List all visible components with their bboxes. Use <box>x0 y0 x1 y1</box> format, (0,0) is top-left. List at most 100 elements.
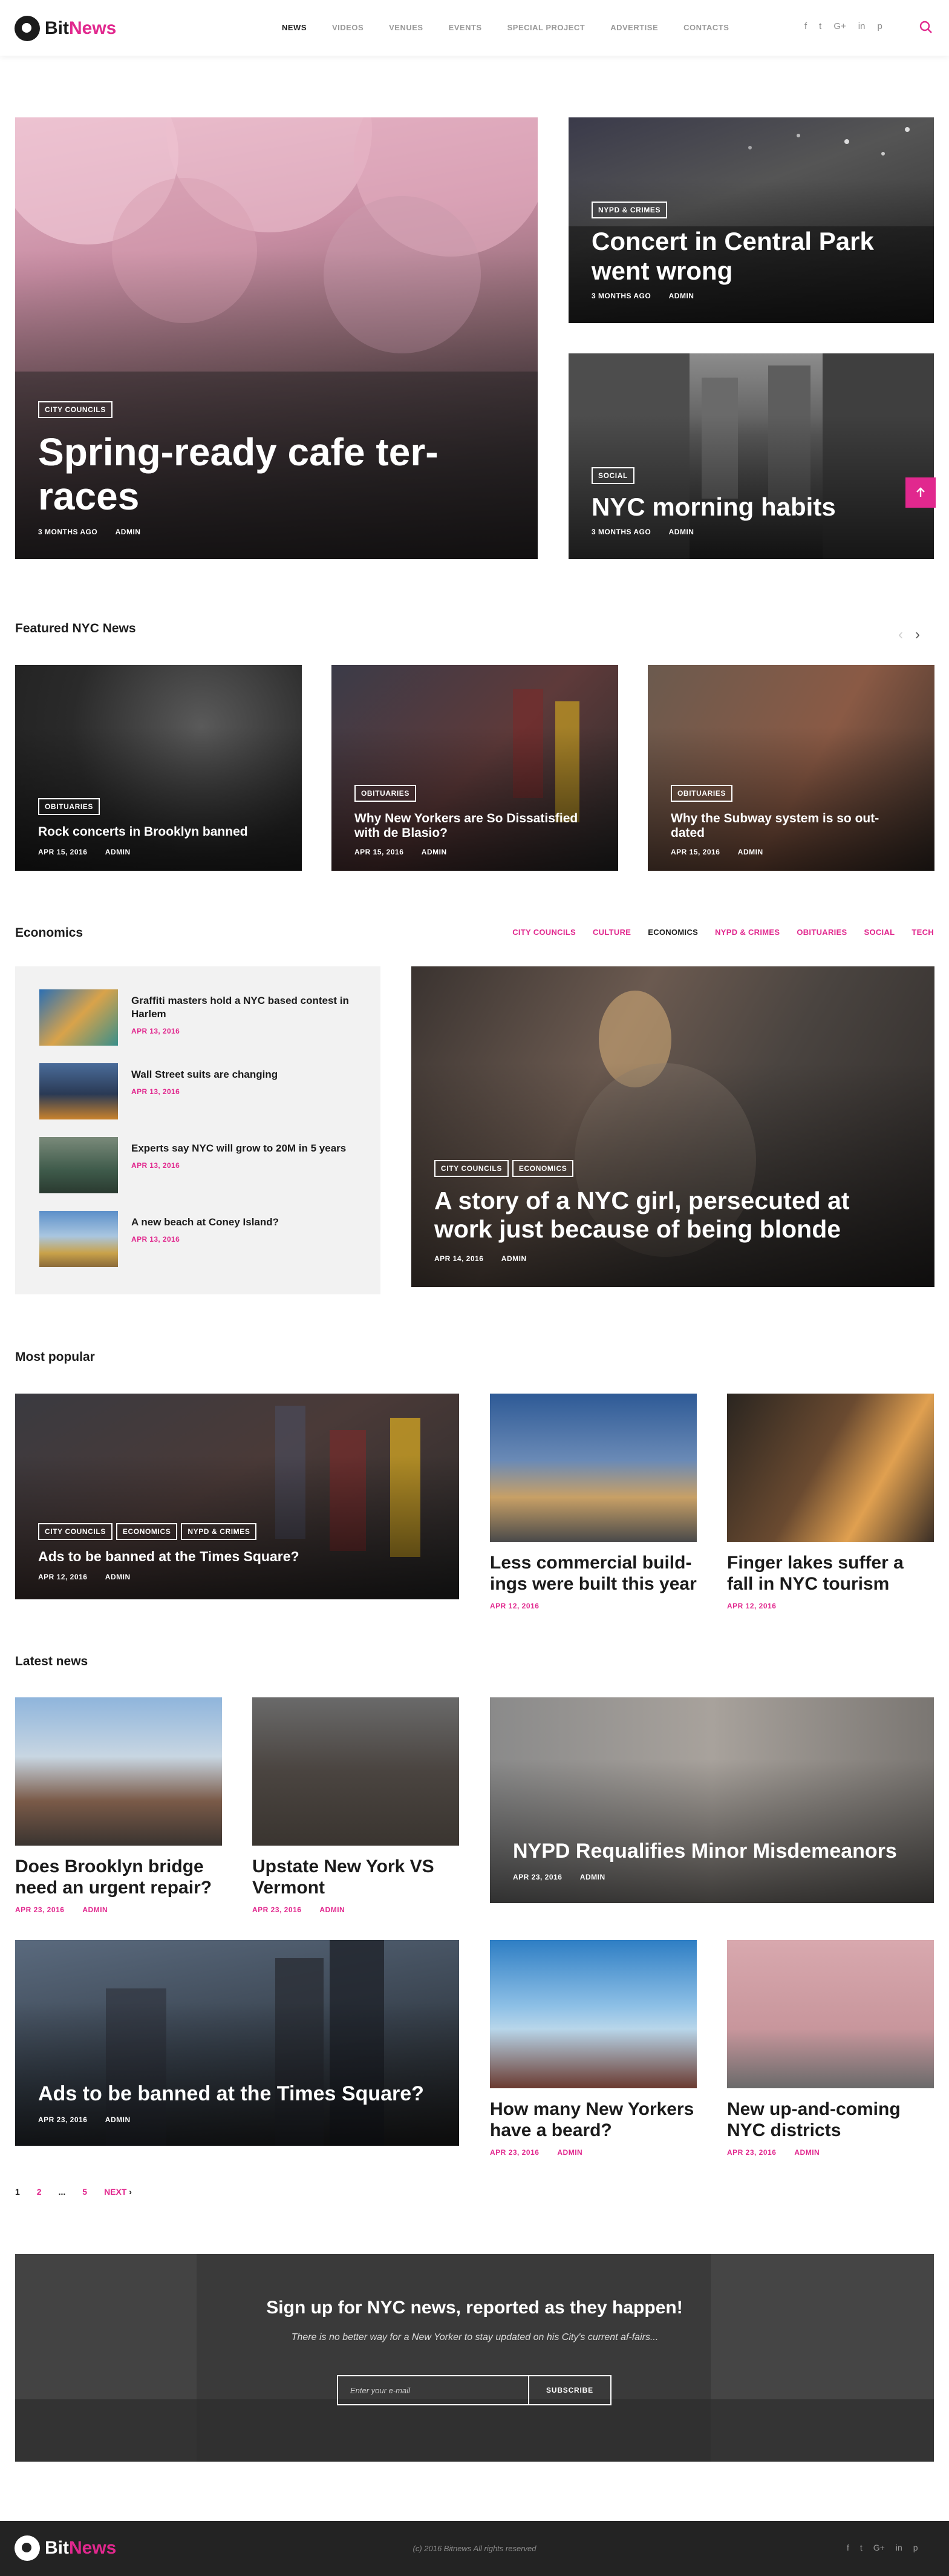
economics-feature-title[interactable]: A story of a NYC girl, persecuted at wor… <box>434 1187 911 1244</box>
chevron-left-icon[interactable]: ‹ <box>898 626 903 643</box>
hero-main-tag[interactable]: CITY COUNCILS <box>38 401 113 418</box>
twitter-icon[interactable]: t <box>819 21 821 31</box>
hero-top-right-author[interactable]: ADMIN <box>669 292 694 300</box>
latest-item-3-author[interactable]: ADMIN <box>557 2148 582 2157</box>
menu-item-videos[interactable]: VIDEOS <box>332 23 364 32</box>
list-item-title[interactable]: A new beach at Coney Island? <box>131 1216 361 1229</box>
category-city-councils[interactable]: CITY COUNCILS <box>512 928 576 937</box>
latest-item-2-title[interactable]: Upstate New York VS Vermont <box>252 1857 459 1898</box>
popular-big-tag-2[interactable]: ECONOMICS <box>116 1522 178 1540</box>
hero-main-title[interactable]: Spring-ready cafe ter- races <box>38 430 515 519</box>
linkedin-icon[interactable]: in <box>896 2543 902 2552</box>
latest-item-3-image[interactable] <box>490 1940 697 2088</box>
list-item-title[interactable]: Graffiti masters hold a NYC based contes… <box>131 994 361 1021</box>
menu-item-special-project[interactable]: SPECIAL PROJECT <box>507 23 585 32</box>
latest-item-1[interactable]: Does Brooklyn bridge need an urgent repa… <box>15 1697 222 1914</box>
popular-big-title[interactable]: Ads to be banned at the Times Square? <box>38 1549 436 1564</box>
subscribe-button[interactable]: SUBSCRIBE <box>528 2376 610 2404</box>
page-link-2[interactable]: 2 <box>37 2187 42 2197</box>
popular-big-author[interactable]: ADMIN <box>105 1573 131 1581</box>
latest-item-1-title[interactable]: Does Brooklyn bridge need an urgent repa… <box>15 1857 222 1898</box>
economics-feature-tag-2[interactable]: ECONOMICS <box>512 1159 574 1177</box>
hero-top-right-card[interactable]: NYPD & CRIMES Concert in Central Park we… <box>569 117 934 323</box>
category-tech[interactable]: TECH <box>911 928 934 937</box>
featured-card-1-tag[interactable]: OBITUARIES <box>38 798 100 815</box>
hero-main-card[interactable]: CITY COUNCILS Spring-ready cafe ter- rac… <box>15 117 538 559</box>
featured-card-2-author[interactable]: ADMIN <box>422 848 447 856</box>
latest-item-3-title[interactable]: How many New Yorkers have a beard? <box>490 2099 697 2141</box>
popular-big-card[interactable]: CITY COUNCILS ECONOMICS NYPD & CRIMES Ads … <box>15 1394 459 1599</box>
category-social[interactable]: SOCIAL <box>864 928 895 937</box>
latest-item-3[interactable]: How many New Yorkers have a beard? APR 2… <box>490 1940 697 2157</box>
featured-card-1-title[interactable]: Rock concerts in Brooklyn banned <box>38 825 279 839</box>
hero-bottom-right-title[interactable]: NYC morning habits <box>592 493 911 522</box>
page-current[interactable]: 1 <box>15 2187 20 2197</box>
category-economics[interactable]: ECONOMICS <box>648 928 698 937</box>
latest-item-2-author[interactable]: ADMIN <box>319 1906 345 1914</box>
featured-card-2-tag[interactable]: OBITUARIES <box>354 784 417 802</box>
site-logo[interactable]: Bit News <box>15 16 116 41</box>
latest-wide-card-1-author[interactable]: ADMIN <box>580 1873 605 1881</box>
hero-top-right-title[interactable]: Concert in Central Park went wrong <box>592 227 911 286</box>
chevron-right-icon[interactable]: › <box>915 626 920 643</box>
featured-card-2-title[interactable]: Why New Yorkers are So Dissatisfied with… <box>354 811 595 841</box>
featured-card-3-author[interactable]: ADMIN <box>738 848 763 856</box>
list-item-thumbnail[interactable] <box>39 1137 118 1193</box>
facebook-icon[interactable]: f <box>847 2543 849 2552</box>
search-icon[interactable] <box>919 21 933 34</box>
category-obituaries[interactable]: OBITUARIES <box>797 928 847 937</box>
popular-big-tag-3[interactable]: NYPD & CRIMES <box>181 1522 257 1540</box>
popular-big-tag-1[interactable]: CITY COUNCILS <box>38 1522 113 1540</box>
category-culture[interactable]: CULTURE <box>593 928 631 937</box>
latest-item-2[interactable]: Upstate New York VS Vermont APR 23, 2016… <box>252 1697 459 1914</box>
menu-item-advertise[interactable]: ADVERTISE <box>610 23 658 32</box>
list-item[interactable]: Experts say NYC will grow to 20M in 5 ye… <box>39 1137 361 1193</box>
list-item[interactable]: Wall Street suits are changing APR 13, 2… <box>39 1063 361 1119</box>
list-item-thumbnail[interactable] <box>39 1211 118 1267</box>
linkedin-icon[interactable]: in <box>858 21 866 31</box>
list-item-title[interactable]: Wall Street suits are changing <box>131 1068 361 1081</box>
hero-bottom-right-author[interactable]: ADMIN <box>669 528 694 536</box>
latest-wide-card-2[interactable]: Ads to be banned at the Times Square? AP… <box>15 1940 459 2146</box>
latest-item-4-title[interactable]: New up-and-coming NYC districts <box>727 2099 934 2141</box>
featured-card-3-title[interactable]: Why the Subway system is so out-dated <box>671 811 911 841</box>
popular-item-1-image[interactable] <box>490 1394 697 1542</box>
list-item-thumbnail[interactable] <box>39 1063 118 1119</box>
latest-wide-card-1[interactable]: NYPD Requalifies Minor Misdemeanors APR … <box>490 1697 934 1903</box>
list-item-title[interactable]: Experts say NYC will grow to 20M in 5 ye… <box>131 1142 361 1155</box>
page-link-5[interactable]: 5 <box>82 2187 87 2197</box>
economics-feature-author[interactable]: ADMIN <box>501 1254 527 1263</box>
popular-item-2-image[interactable] <box>727 1394 934 1542</box>
pinterest-icon[interactable]: p <box>913 2543 918 2552</box>
google-plus-icon[interactable]: G+ <box>833 21 846 31</box>
hero-bottom-right-card[interactable]: SOCIAL NYC morning habits 3 MONTHS AGO A… <box>569 353 934 559</box>
latest-wide-card-2-author[interactable]: ADMIN <box>105 2116 131 2124</box>
featured-card-1[interactable]: OBITUARIES Rock concerts in Brooklyn ban… <box>15 665 302 871</box>
facebook-icon[interactable]: f <box>804 21 807 31</box>
featured-card-1-author[interactable]: ADMIN <box>105 848 131 856</box>
economics-feature-card[interactable]: CITY COUNCILS ECONOMICS A story of a NYC … <box>411 966 934 1287</box>
hero-main-author[interactable]: ADMIN <box>116 528 141 536</box>
latest-item-4-author[interactable]: ADMIN <box>794 2148 820 2157</box>
featured-card-2[interactable]: OBITUARIES Why New Yorkers are So Dissat… <box>331 665 618 871</box>
latest-item-4-image[interactable] <box>727 1940 934 2088</box>
latest-item-1-author[interactable]: ADMIN <box>82 1906 108 1914</box>
page-next[interactable]: NEXT › <box>104 2187 132 2197</box>
popular-item-1[interactable]: Less commercial build-ings were built th… <box>490 1394 697 1610</box>
popular-item-2-title[interactable]: Finger lakes suffer a fall in NYC touris… <box>727 1553 934 1594</box>
economics-feature-tag-1[interactable]: CITY COUNCILS <box>434 1159 509 1177</box>
menu-item-news[interactable]: NEWS <box>282 23 307 32</box>
list-item[interactable]: A new beach at Coney Island? APR 13, 201… <box>39 1211 361 1267</box>
latest-item-2-image[interactable] <box>252 1697 459 1846</box>
popular-item-1-title[interactable]: Less commercial build-ings were built th… <box>490 1553 697 1594</box>
category-nypd-crimes[interactable]: NYPD & CRIMES <box>715 928 780 937</box>
latest-item-1-image[interactable] <box>15 1697 222 1846</box>
google-plus-icon[interactable]: G+ <box>873 2543 885 2552</box>
twitter-icon[interactable]: t <box>860 2543 863 2552</box>
pinterest-icon[interactable]: p <box>877 21 882 31</box>
featured-card-3-tag[interactable]: OBITUARIES <box>671 784 733 802</box>
menu-item-venues[interactable]: VENUES <box>389 23 423 32</box>
latest-wide-card-1-title[interactable]: NYPD Requalifies Minor Misdemeanors <box>513 1840 911 1863</box>
latest-wide-card-2-title[interactable]: Ads to be banned at the Times Square? <box>38 2082 436 2106</box>
menu-item-contacts[interactable]: CONTACTS <box>683 23 729 32</box>
